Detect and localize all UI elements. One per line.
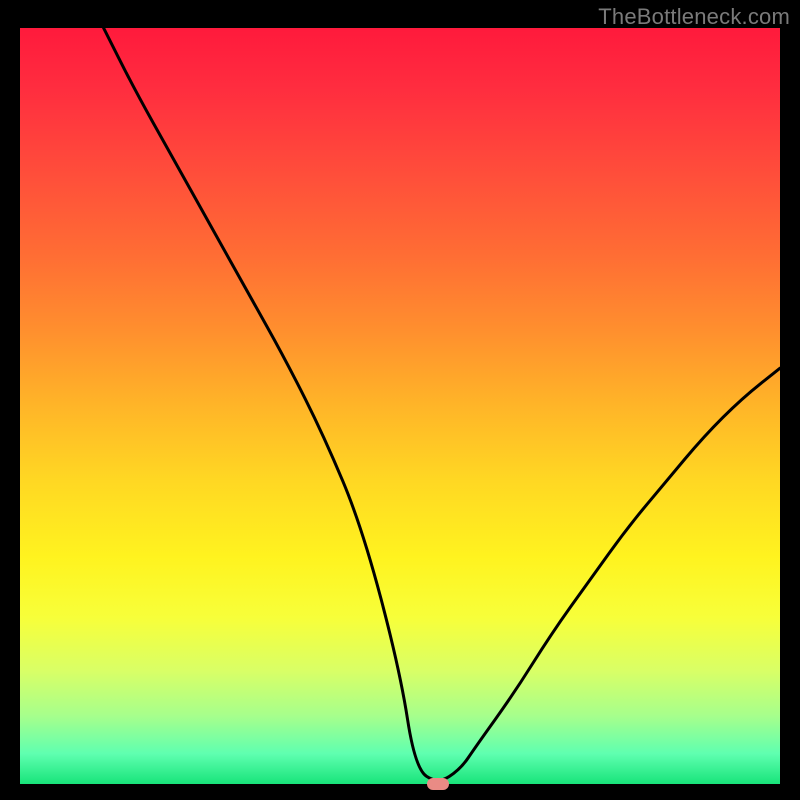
bottleneck-curve-path — [104, 28, 780, 780]
plot-area — [20, 28, 780, 784]
watermark-text: TheBottleneck.com — [598, 4, 790, 30]
chart-frame: TheBottleneck.com — [0, 0, 800, 800]
optimum-marker — [427, 778, 449, 790]
curve-svg — [20, 28, 780, 784]
